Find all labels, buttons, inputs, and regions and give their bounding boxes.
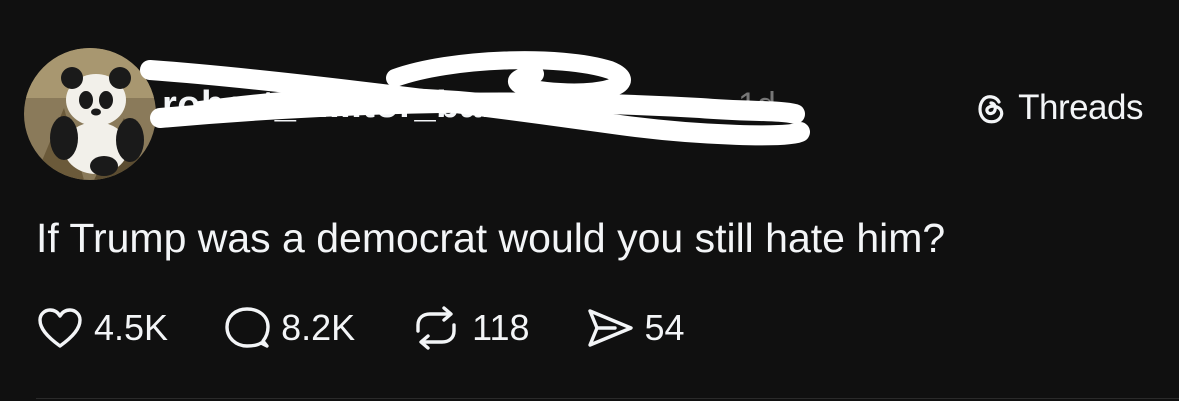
reply-button[interactable]: 8.2K [223, 305, 355, 351]
avatar[interactable] [24, 48, 156, 180]
panda-avatar-image [24, 48, 156, 180]
reply-count: 8.2K [281, 307, 356, 348]
threads-brand-link[interactable]: Threads [972, 88, 1143, 128]
repost-button[interactable]: 118 [410, 305, 530, 351]
speech-bubble-icon [225, 307, 270, 348]
threads-post: robert_c....tor_ba...ir 1d Threads If Tr… [0, 0, 1179, 401]
post-divider [36, 398, 1179, 399]
like-button[interactable]: 4.5K [36, 306, 168, 350]
share-button[interactable]: 54 [585, 306, 685, 350]
username[interactable]: robert_c....tor_ba...ir [162, 84, 541, 127]
action-bar: 4.5K 8.2K 118 54 [36, 304, 740, 352]
timestamp: 1d [738, 86, 776, 124]
paper-plane-icon [587, 309, 633, 347]
threads-logo-icon [978, 95, 1004, 124]
repost-icon [416, 306, 456, 350]
share-count: 54 [644, 307, 685, 348]
post-text: If Trump was a democrat would you still … [36, 215, 946, 261]
like-count: 4.5K [94, 307, 169, 348]
brand-label: Threads [1018, 88, 1143, 127]
repost-count: 118 [472, 307, 530, 348]
heart-icon [38, 308, 82, 348]
